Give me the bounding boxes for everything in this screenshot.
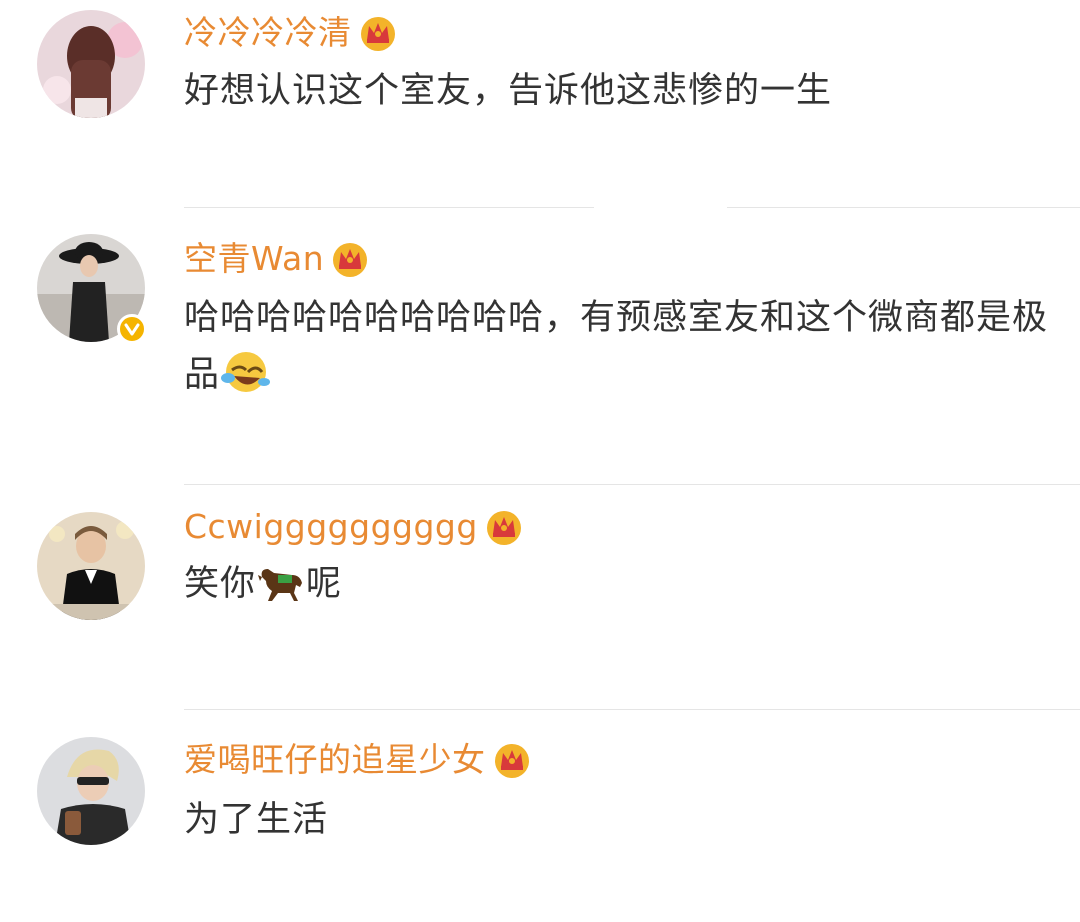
comment-item: 空青Wan 哈哈哈哈哈哈哈哈哈哈，有预感室友和这个微商都是极品 [0,208,1080,485]
avatar[interactable] [37,737,145,845]
username[interactable]: 冷冷冷冷清 [184,11,352,55]
laugh-cry-emoji-icon [221,352,271,392]
comment-text: 哈哈哈哈哈哈哈哈哈哈，有预感室友和这个微商都是极品 [184,290,1054,404]
crown-icon [360,17,395,51]
comment-item: 冷冷冷冷清 好想认识这个室友，告诉他这悲惨的一生 [0,0,1080,208]
comment-text-before: 笑你 [184,564,257,604]
crown-icon [333,243,368,277]
crown-icon [494,744,529,778]
avatar[interactable] [37,10,145,118]
avatar[interactable] [37,512,145,620]
verified-v-badge-icon [117,314,147,344]
comment-text-content: 哈哈哈哈哈哈哈哈哈哈，有预感室友和这个微商都是极品 [184,298,1049,395]
username[interactable]: 空青Wan [184,237,324,281]
comment-text-after: 呢 [306,564,343,604]
comment-text: 好想认识这个室友，告诉他这悲惨的一生 [184,71,833,111]
comment-item: 爱喝旺仔的追星少女 为了生活 [0,710,1080,922]
horse-emoji-icon [258,569,303,601]
comment-text: 为了生活 [184,800,329,840]
comment-text: 笑你 呢 [184,556,1054,613]
comment-item: Ccwigggggggggg 笑你 呢 [0,484,1080,710]
username[interactable]: Ccwigggggggggg [184,505,478,549]
crown-icon [486,511,521,545]
username[interactable]: 爱喝旺仔的追星少女 [184,738,486,782]
